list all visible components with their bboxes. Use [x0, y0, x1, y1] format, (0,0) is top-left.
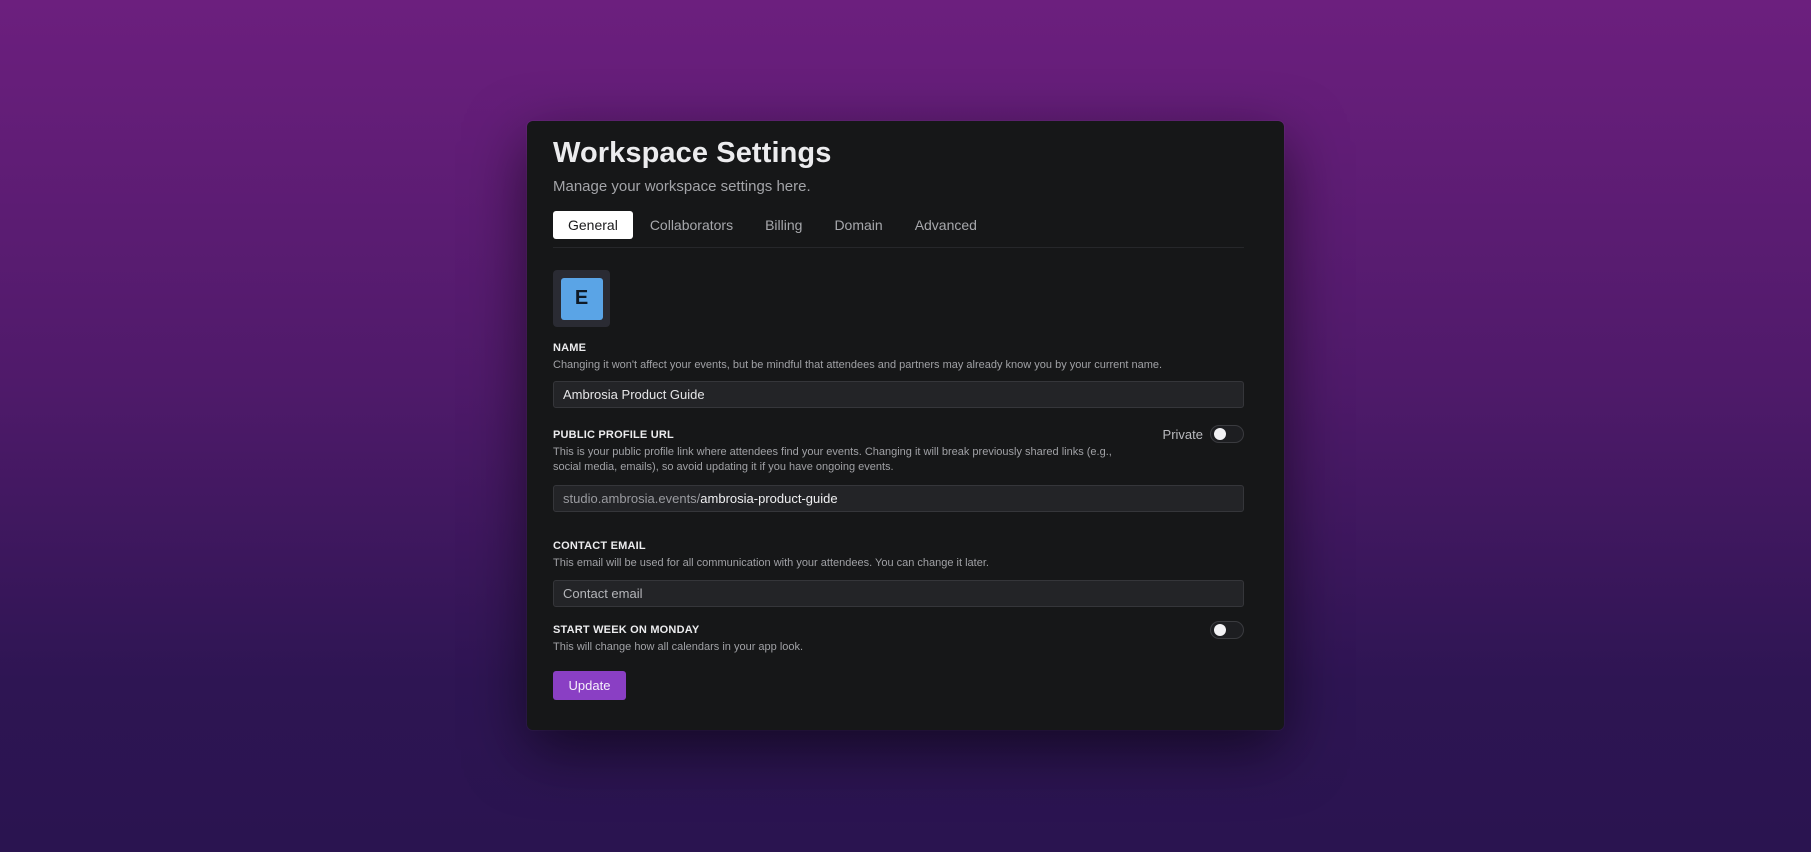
- start-week-label: START WEEK ON MONDAY: [553, 624, 700, 636]
- start-week-toggle-knob: [1214, 624, 1226, 636]
- workspace-avatar: E: [560, 277, 603, 320]
- update-button[interactable]: Update: [553, 671, 626, 700]
- page-subtitle: Manage your workspace settings here.: [553, 178, 811, 195]
- name-input-value: Ambrosia Product Guide: [563, 387, 705, 402]
- profile-url-section: PUBLIC PROFILE URL This is your public p…: [553, 425, 1244, 512]
- tab-collaborators[interactable]: Collaborators: [635, 211, 748, 239]
- settings-card: Workspace Settings Manage your workspace…: [527, 121, 1284, 730]
- private-toggle-knob: [1214, 428, 1226, 440]
- profile-url-slug: ambrosia-product-guide: [700, 491, 838, 506]
- workspace-avatar-upload[interactable]: E: [553, 270, 610, 327]
- private-toggle-group: Private: [1163, 425, 1244, 443]
- contact-email-input[interactable]: Contact email: [553, 580, 1244, 607]
- tab-advanced[interactable]: Advanced: [900, 211, 992, 239]
- contact-email-placeholder: Contact email: [563, 586, 643, 601]
- start-week-section: START WEEK ON MONDAY This will change ho…: [553, 621, 1244, 655]
- tab-billing[interactable]: Billing: [750, 211, 817, 239]
- private-toggle[interactable]: [1210, 425, 1244, 443]
- start-week-help: This will change how all calendars in yo…: [553, 641, 804, 653]
- name-help: Changing it won't affect your events, bu…: [553, 359, 1163, 371]
- contact-email-section: CONTACT EMAIL This email will be used fo…: [553, 539, 1244, 607]
- profile-url-prefix: studio.ambrosia.events/: [563, 491, 701, 506]
- contact-email-label: CONTACT EMAIL: [553, 540, 646, 552]
- name-label: NAME: [553, 342, 587, 354]
- contact-email-help: This email will be used for all communic…: [553, 557, 989, 569]
- profile-url-input[interactable]: studio.ambrosia.events/ambrosia-product-…: [553, 485, 1244, 512]
- tab-general[interactable]: General: [553, 211, 633, 239]
- tab-domain[interactable]: Domain: [819, 211, 897, 239]
- start-week-toggle[interactable]: [1210, 621, 1244, 639]
- page-title: Workspace Settings: [553, 137, 832, 169]
- profile-url-label: PUBLIC PROFILE URL: [553, 429, 674, 441]
- name-section: NAME Changing it won't affect your event…: [553, 341, 1244, 408]
- private-label: Private: [1162, 426, 1203, 442]
- name-input[interactable]: Ambrosia Product Guide: [553, 381, 1244, 408]
- tab-bar: General Collaborators Billing Domain Adv…: [553, 211, 1244, 248]
- profile-url-help: This is your public profile link where a…: [553, 446, 1112, 473]
